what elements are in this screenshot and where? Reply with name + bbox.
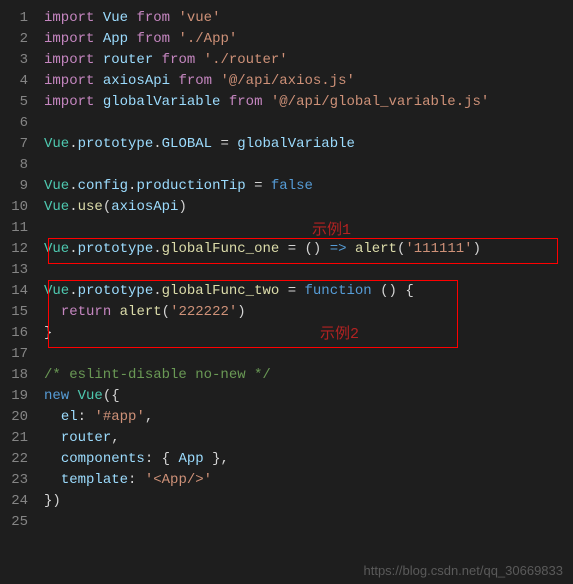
line-number: 10 <box>8 197 28 218</box>
line-number: 2 <box>8 29 28 50</box>
code-line: template: '<App/>' <box>40 470 573 491</box>
code-line <box>40 113 573 134</box>
line-number: 7 <box>8 134 28 155</box>
line-number: 1 <box>8 8 28 29</box>
line-number: 15 <box>8 302 28 323</box>
line-number: 12 <box>8 239 28 260</box>
code-line: Vue.prototype.GLOBAL = globalVariable <box>40 134 573 155</box>
line-number: 4 <box>8 71 28 92</box>
code-line: import globalVariable from '@/api/global… <box>40 92 573 113</box>
code-line: Vue.prototype.globalFunc_one = () => ale… <box>40 239 573 260</box>
code-line <box>40 218 573 239</box>
line-number: 17 <box>8 344 28 365</box>
line-number: 23 <box>8 470 28 491</box>
watermark-text: https://blog.csdn.net/qq_30669833 <box>364 563 564 578</box>
line-number: 18 <box>8 365 28 386</box>
code-line: }) <box>40 491 573 512</box>
line-number: 24 <box>8 491 28 512</box>
line-number: 8 <box>8 155 28 176</box>
code-line: Vue.config.productionTip = false <box>40 176 573 197</box>
code-line: import Vue from 'vue' <box>40 8 573 29</box>
code-line <box>40 512 573 533</box>
code-line <box>40 344 573 365</box>
line-number: 5 <box>8 92 28 113</box>
code-line: el: '#app', <box>40 407 573 428</box>
line-number: 25 <box>8 512 28 533</box>
code-line: router, <box>40 428 573 449</box>
line-number: 20 <box>8 407 28 428</box>
line-number: 19 <box>8 386 28 407</box>
line-number: 3 <box>8 50 28 71</box>
annotation-label-1: 示例1 <box>312 218 351 239</box>
code-editor: 1234567891011121314151617181920212223242… <box>0 0 573 584</box>
line-number: 11 <box>8 218 28 239</box>
code-line <box>40 260 573 281</box>
code-line: new Vue({ <box>40 386 573 407</box>
line-number: 14 <box>8 281 28 302</box>
code-area[interactable]: import Vue from 'vue' import App from '.… <box>40 0 573 584</box>
line-number: 16 <box>8 323 28 344</box>
code-line <box>40 155 573 176</box>
line-number: 21 <box>8 428 28 449</box>
code-line: import App from './App' <box>40 29 573 50</box>
code-line: } <box>40 323 573 344</box>
line-number: 6 <box>8 113 28 134</box>
code-line: components: { App }, <box>40 449 573 470</box>
code-line: Vue.use(axiosApi) <box>40 197 573 218</box>
code-line: Vue.prototype.globalFunc_two = function … <box>40 281 573 302</box>
line-number: 13 <box>8 260 28 281</box>
code-line: import router from './router' <box>40 50 573 71</box>
line-number: 9 <box>8 176 28 197</box>
annotation-label-2: 示例2 <box>320 322 359 343</box>
code-line: import axiosApi from '@/api/axios.js' <box>40 71 573 92</box>
code-line: /* eslint-disable no-new */ <box>40 365 573 386</box>
line-number: 22 <box>8 449 28 470</box>
line-number-gutter: 1234567891011121314151617181920212223242… <box>0 0 40 584</box>
code-line: return alert('222222') <box>40 302 573 323</box>
